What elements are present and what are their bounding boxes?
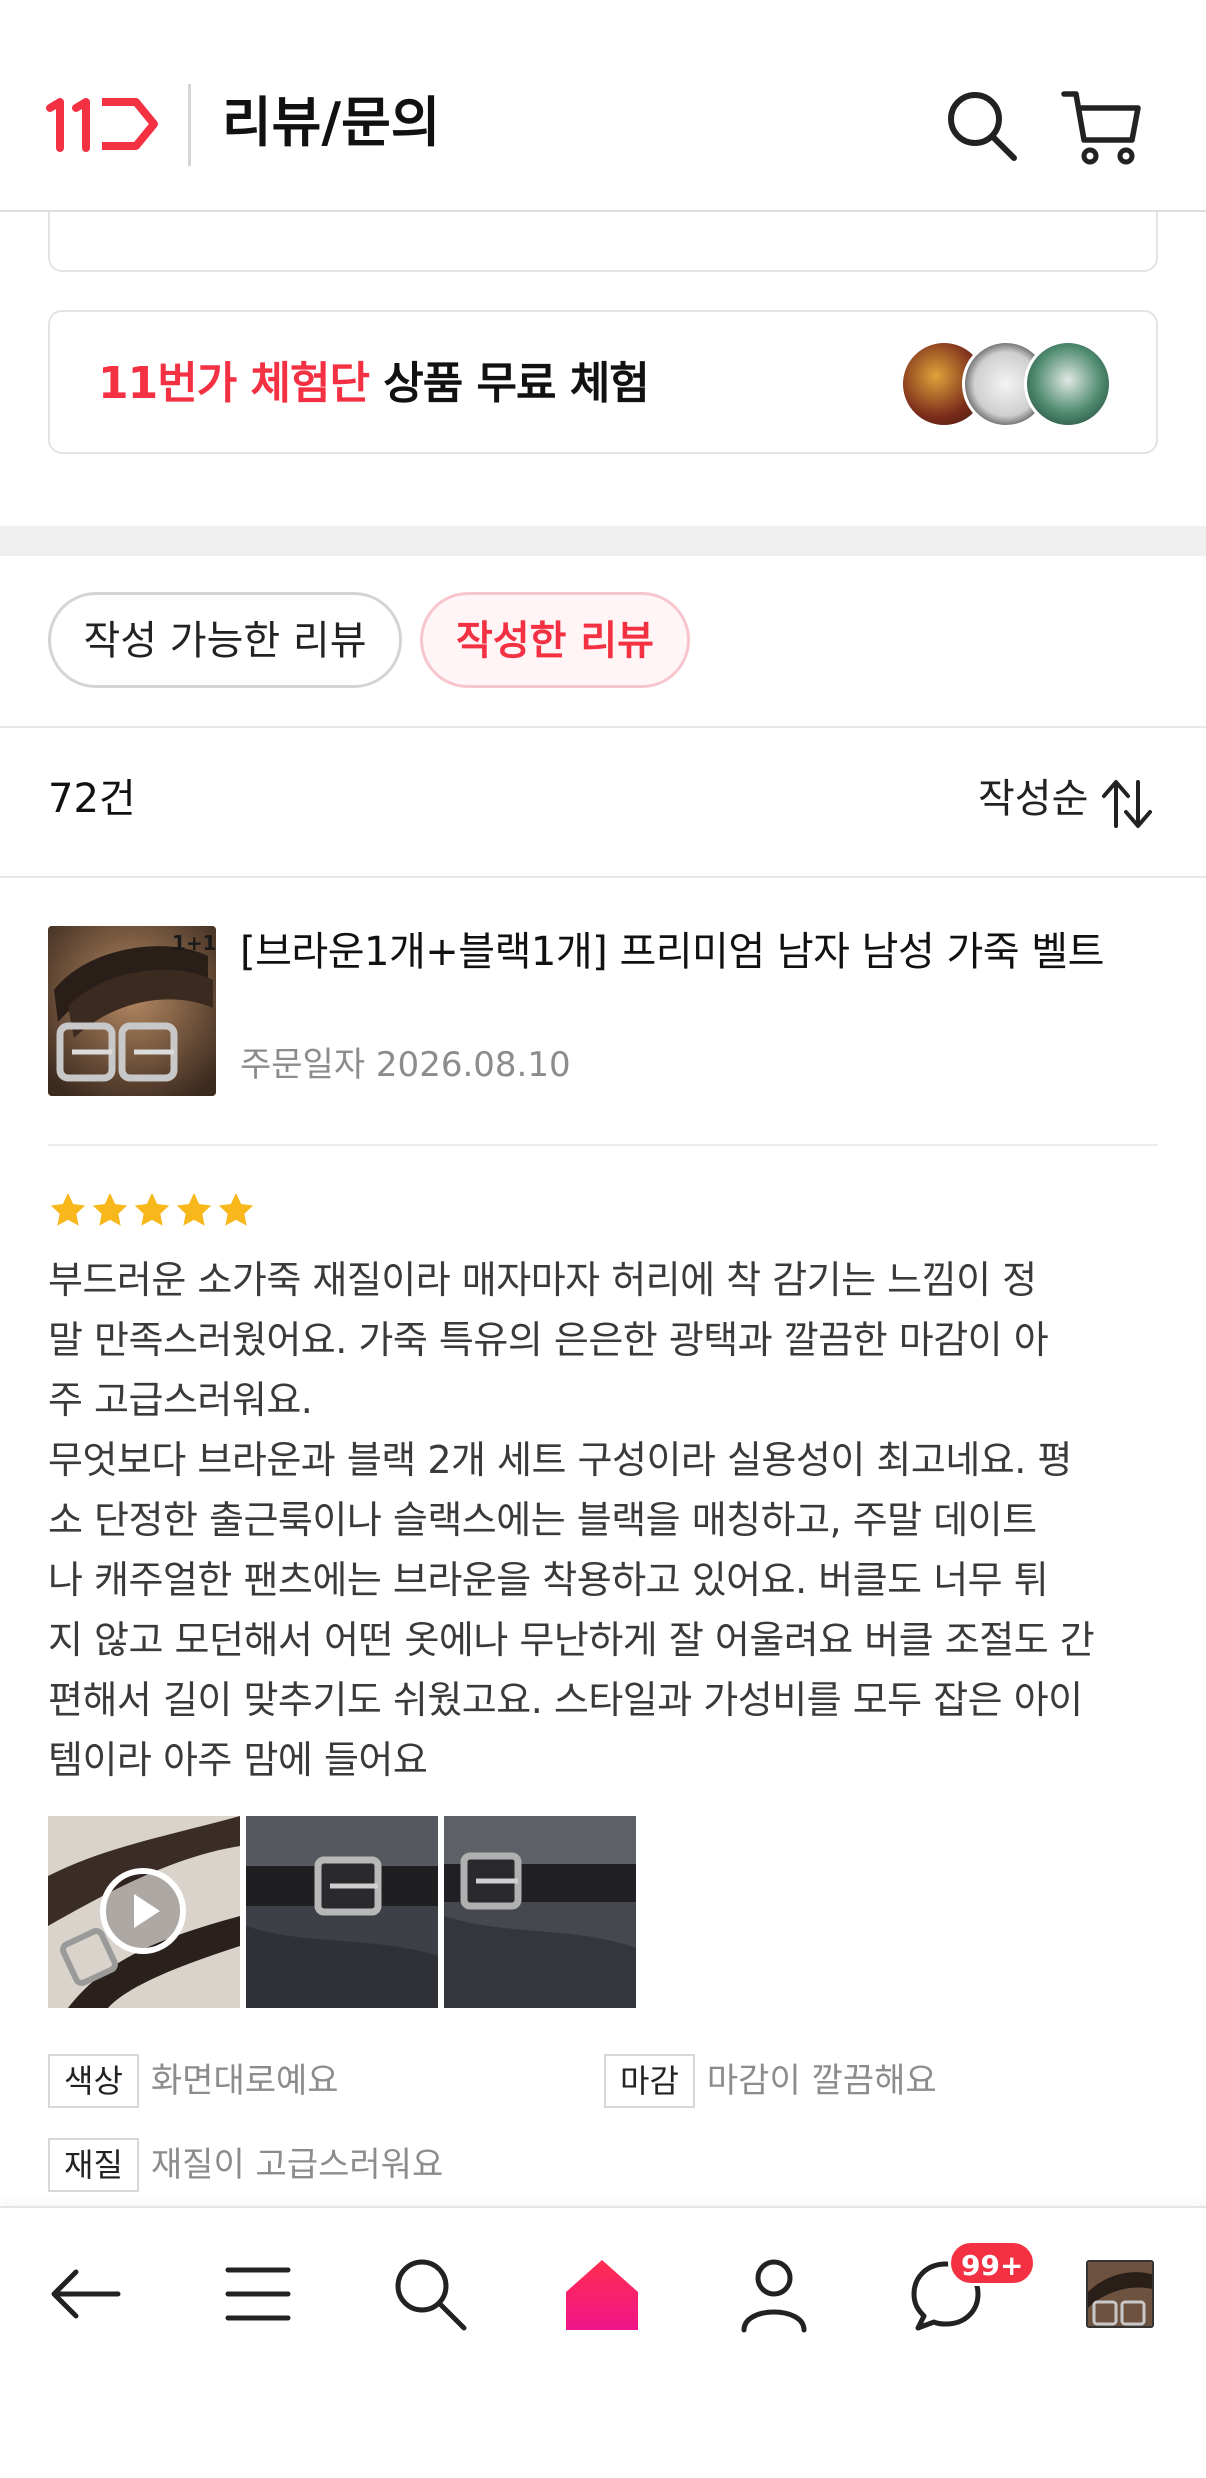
search-icon[interactable] bbox=[390, 2254, 470, 2334]
cart-icon[interactable] bbox=[1060, 86, 1142, 166]
star-icon bbox=[50, 1193, 86, 1226]
app-header: 리뷰/문의 bbox=[0, 0, 1206, 212]
review-photo[interactable] bbox=[444, 1816, 636, 2008]
attribute-value: 마감이 깔끔해요 bbox=[706, 2061, 937, 2101]
star-icon bbox=[218, 1193, 254, 1226]
user-icon[interactable] bbox=[734, 2254, 814, 2334]
star-rating bbox=[48, 1190, 258, 1234]
section-separator bbox=[0, 526, 1206, 556]
header-divider bbox=[188, 84, 191, 166]
sort-icon[interactable] bbox=[1098, 776, 1156, 832]
product-badge: 1+1 bbox=[172, 931, 216, 955]
trial-banner-text: 11번가 체험단 상품 무료 체험 bbox=[98, 356, 650, 412]
review-text: 부드러운 소가죽 재질이라 매자마자 허리에 착 감기는 느낌이 정 말 만족스… bbox=[48, 1258, 1095, 1782]
review-video[interactable] bbox=[48, 1816, 240, 2008]
divider bbox=[0, 876, 1206, 878]
trial-product-thumbs bbox=[900, 340, 1120, 428]
product-thumbnail[interactable]: 1+1 bbox=[48, 926, 216, 1096]
attribute-value: 재질이 고급스러워요 bbox=[150, 2145, 444, 2185]
brand-logo[interactable] bbox=[46, 94, 160, 154]
attribute-material: 재질 재질이 고급스러워요 bbox=[48, 2138, 443, 2192]
review-photo[interactable] bbox=[246, 1816, 438, 2008]
back-arrow-icon[interactable] bbox=[46, 2254, 126, 2334]
trial-banner-accent: 11번가 체험단 bbox=[98, 358, 370, 409]
sort-button[interactable]: 작성순 bbox=[978, 770, 1088, 828]
bottom-navigation: 99+ bbox=[0, 2206, 1206, 2478]
recent-product-thumb[interactable] bbox=[1086, 2260, 1154, 2328]
page-title: 리뷰/문의 bbox=[222, 91, 441, 154]
star-icon bbox=[92, 1193, 128, 1226]
product-name[interactable]: [브라운1개+블랙1개] 프리미엄 남자 남성 가죽 벨트 bbox=[240, 924, 1104, 980]
tab-written-reviews[interactable]: 작성한 리뷰 bbox=[420, 592, 690, 688]
notification-badge: 99+ bbox=[948, 2240, 1037, 2286]
attribute-key: 재질 bbox=[48, 2138, 139, 2192]
divider bbox=[0, 726, 1206, 728]
menu-icon[interactable] bbox=[218, 2254, 298, 2334]
trial-banner[interactable]: 11번가 체험단 상품 무료 체험 bbox=[48, 310, 1158, 454]
review-count: 72건 bbox=[48, 776, 136, 822]
tab-available-reviews[interactable]: 작성 가능한 리뷰 bbox=[48, 592, 402, 688]
play-icon[interactable] bbox=[98, 1866, 188, 1956]
order-date: 주문일자 2026.08.10 bbox=[240, 1045, 571, 1085]
star-icon bbox=[134, 1193, 170, 1226]
star-icon bbox=[176, 1193, 212, 1226]
attribute-key: 색상 bbox=[48, 2054, 139, 2108]
home-icon[interactable] bbox=[562, 2254, 642, 2334]
trial-thumb-3 bbox=[1024, 340, 1112, 428]
attribute-key: 마감 bbox=[604, 2054, 695, 2108]
attribute-value: 화면대로예요 bbox=[150, 2061, 339, 2101]
trial-banner-label: 상품 무료 체험 bbox=[368, 358, 650, 409]
attribute-finish: 마감 마감이 깔끔해요 bbox=[604, 2054, 937, 2108]
attribute-color: 색상 화면대로예요 bbox=[48, 2054, 339, 2108]
divider bbox=[48, 1144, 1158, 1146]
search-icon[interactable] bbox=[944, 88, 1020, 164]
